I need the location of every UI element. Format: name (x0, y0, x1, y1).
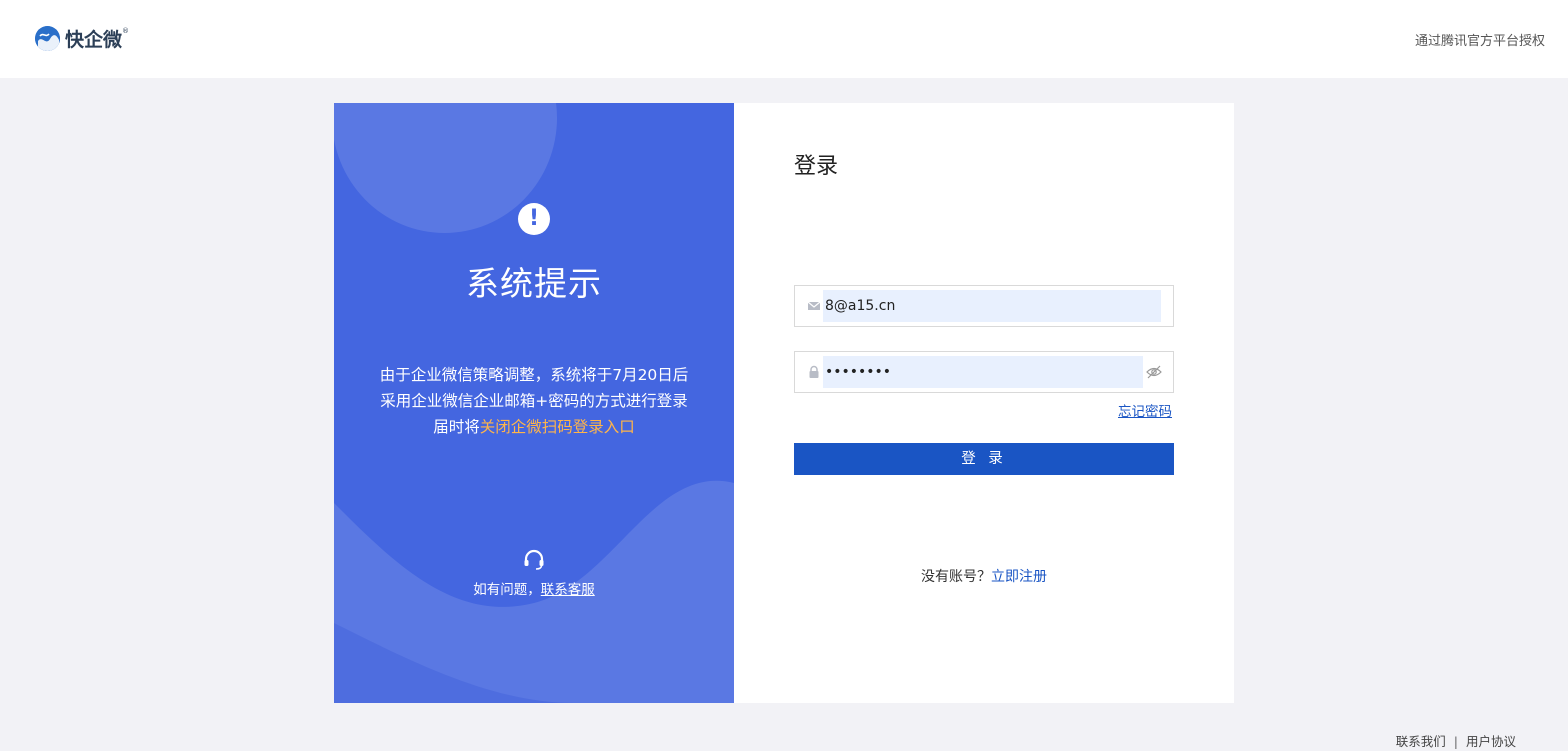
brand-name: 快企微 (65, 28, 123, 51)
password-field[interactable] (794, 351, 1174, 393)
help-line: 如有问题，联系客服 (334, 578, 734, 598)
notice-text: 由于企业微信策略调整，系统将于7月20日后 采用企业微信企业邮箱+密码的方式进行… (334, 362, 734, 440)
notice-title: 系统提示 (466, 264, 602, 303)
help-prefix: 如有问题， (473, 582, 541, 598)
password-input[interactable] (825, 356, 1141, 388)
logo-mark-icon (35, 25, 60, 51)
login-button[interactable]: 登 录 (794, 443, 1174, 475)
register-line: 没有账号？立即注册 (734, 566, 1234, 586)
notice-line-1: 由于企业微信策略调整，系统将于7月20日后 (379, 366, 689, 384)
no-account-text: 没有账号？ (921, 569, 991, 585)
register-link[interactable]: 立即注册 (991, 569, 1047, 585)
email-field[interactable] (794, 285, 1174, 327)
notice-line-2: 采用企业微信企业邮箱+密码的方式进行登录 (380, 392, 688, 410)
brand-registered-mark: ® (122, 27, 130, 35)
login-card: ! 系统提示 由于企业微信策略调整，系统将于7月20日后 采用企业微信企业邮箱+… (334, 103, 1234, 703)
login-title: 登录 (794, 154, 839, 179)
user-agreement-link[interactable]: 用户协议 (1466, 734, 1516, 749)
footer-links: 联系我们 | 用户协议 (1396, 731, 1516, 750)
forgot-password-link[interactable]: 忘记密码 (1118, 400, 1172, 420)
mail-icon (807, 301, 821, 310)
login-form: 登录 忘记密码 登 录 没有账号？立即注册 (734, 103, 1234, 703)
footer-separator: | (1453, 734, 1458, 749)
notice-panel: ! 系统提示 由于企业微信策略调整，系统将于7月20日后 采用企业微信企业邮箱+… (334, 103, 734, 703)
auth-note: 通过腾讯官方平台授权 (1414, 34, 1545, 49)
contact-us-link[interactable]: 联系我们 (1396, 734, 1446, 749)
notice-highlight: 关闭企微扫码登录入口 (479, 418, 635, 436)
contact-support-link[interactable]: 联系客服 (541, 582, 595, 598)
headset-icon (524, 549, 544, 570)
notice-line-3: 届时将关闭企微扫码登录入口 (334, 414, 734, 440)
eye-hidden-icon[interactable] (1146, 365, 1162, 379)
notice-line-3-prefix: 届时将 (433, 418, 480, 436)
alert-icon: ! (518, 203, 550, 235)
lock-icon (809, 365, 819, 378)
top-bar: 快企微 ® 通过腾讯官方平台授权 (0, 0, 1568, 78)
brand-logo[interactable]: 快企微 ® (35, 25, 129, 51)
email-input[interactable] (825, 290, 1159, 322)
